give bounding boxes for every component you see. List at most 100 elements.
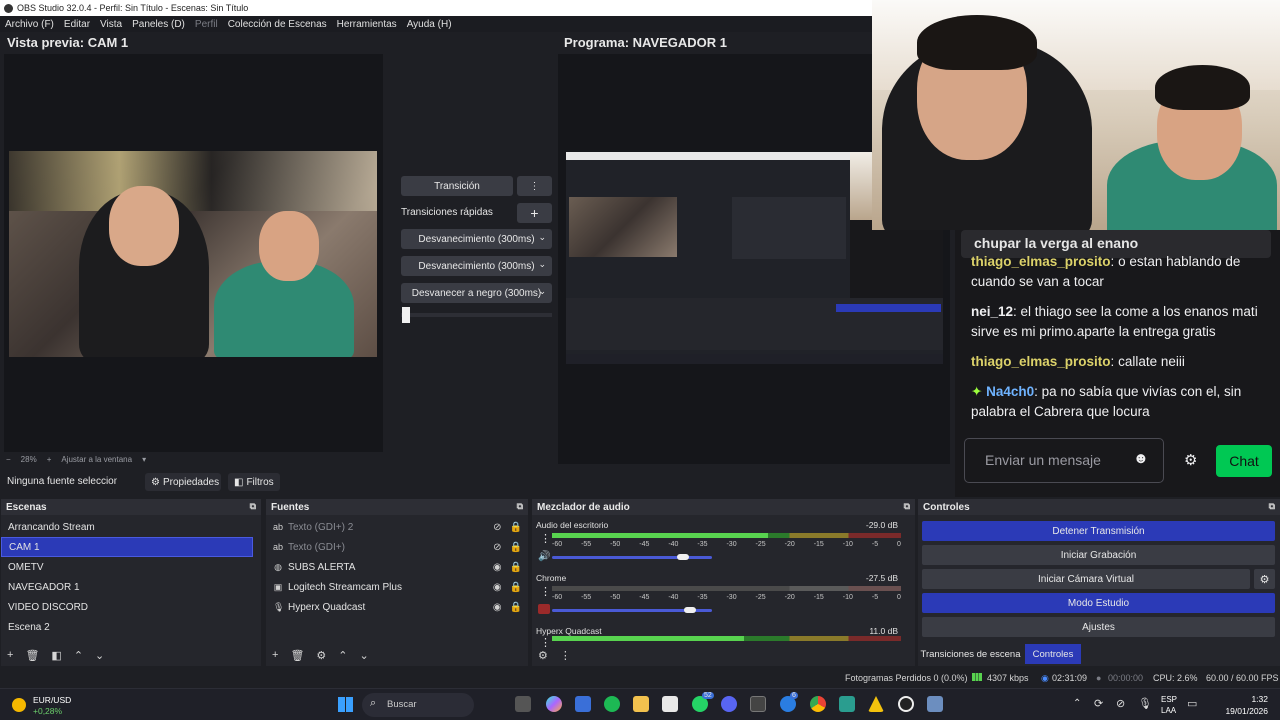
undock-icon[interactable]: ⧉ <box>517 501 523 512</box>
scene-item[interactable]: OMETV <box>1 557 253 577</box>
mixer-menu-icon[interactable]: ⋮ <box>560 649 571 662</box>
menu-ayuda[interactable]: Ayuda (H) <box>402 19 457 30</box>
undock-icon[interactable]: ⧉ <box>1269 501 1275 512</box>
chat-username[interactable]: nei_12 <box>971 304 1013 319</box>
properties-button[interactable]: ⚙ Propiedades <box>145 473 221 491</box>
transition-button[interactable]: Transición <box>401 176 513 196</box>
lock-icon[interactable]: 🔒 <box>510 602 522 613</box>
scene-item[interactable]: Arrancando Stream <box>1 517 253 537</box>
tray-hidden-icon[interactable]: ⊘ <box>1116 697 1125 710</box>
virtual-camera-gear-icon[interactable]: ⚙ <box>1254 569 1275 589</box>
muted-speaker-icon[interactable] <box>538 604 550 614</box>
menu-coleccion[interactable]: Colección de Escenas <box>223 19 332 30</box>
zoom-out-button[interactable]: − <box>6 455 11 464</box>
clock-time[interactable]: 1:32 <box>1222 694 1268 704</box>
advanced-audio-icon[interactable]: ⚙ <box>538 649 548 662</box>
filters-button[interactable]: ◧ Filtros <box>228 473 280 491</box>
file-explorer-icon[interactable] <box>633 696 649 712</box>
volume-slider-handle[interactable] <box>677 554 690 560</box>
add-scene-icon[interactable]: + <box>7 649 13 661</box>
undock-icon[interactable]: ⧉ <box>250 501 256 512</box>
lock-icon[interactable]: 🔒 <box>510 582 522 593</box>
lock-icon[interactable]: 🔒 <box>510 562 522 573</box>
volume-slider[interactable] <box>552 554 712 560</box>
remove-source-icon[interactable]: 🗑 <box>290 649 304 662</box>
add-source-icon[interactable]: + <box>272 649 278 661</box>
discord-icon[interactable] <box>721 696 737 712</box>
move-up-icon[interactable]: ⌃ <box>338 649 347 662</box>
tray-sync-icon[interactable]: ⟳ <box>1094 697 1103 710</box>
menu-vista[interactable]: Vista <box>95 19 127 30</box>
start-recording-button[interactable]: Iniciar Grabación <box>922 545 1275 565</box>
scene-filters-icon[interactable]: ◧ <box>51 649 61 662</box>
preview-video[interactable] <box>9 151 377 357</box>
source-item[interactable]: ab Texto (GDI+) ⊘ 🔒 <box>266 537 528 557</box>
emoji-icon[interactable]: ☻ <box>1133 450 1149 467</box>
eye-icon[interactable]: ◉ <box>493 562 502 573</box>
quick-transition-2[interactable]: Desvanecimiento (300ms) ⌄ <box>401 256 552 276</box>
start-virtual-camera-button[interactable]: Iniciar Cámara Virtual <box>922 569 1250 589</box>
quick-transition-1[interactable]: Desvanecimiento (300ms) ⌄ <box>401 229 552 249</box>
spreadsheet-icon[interactable] <box>839 696 855 712</box>
spotify-icon[interactable] <box>604 696 620 712</box>
lock-icon[interactable]: 🔒 <box>510 542 522 553</box>
add-quick-transition-icon[interactable]: + <box>517 203 552 223</box>
chevron-down-icon[interactable]: ▾ <box>142 455 146 464</box>
eye-hidden-icon[interactable]: ⊘ <box>493 522 501 533</box>
transition-slider[interactable] <box>401 307 552 323</box>
taskbar-search[interactable]: ⌕ Buscar <box>362 693 474 717</box>
move-down-icon[interactable]: ⌄ <box>360 649 369 662</box>
channel-menu-icon[interactable]: ⋮ <box>540 585 551 598</box>
store-icon[interactable] <box>575 696 591 712</box>
microphone-tray-icon[interactable]: 🎙 <box>1138 697 1152 710</box>
weather-icon[interactable] <box>12 698 26 712</box>
speaker-icon[interactable]: 🔊 <box>538 551 550 562</box>
scene-item[interactable]: NAVEGADOR 1 <box>1 577 253 597</box>
scene-item[interactable]: Escena 2 <box>1 617 253 637</box>
undock-icon[interactable]: ⧉ <box>904 501 910 512</box>
move-down-icon[interactable]: ⌄ <box>95 649 104 662</box>
copilot-icon[interactable] <box>546 696 562 712</box>
transition-slider-handle[interactable] <box>402 307 410 323</box>
menu-archivo[interactable]: Archivo (F) <box>0 19 59 30</box>
capcut-icon[interactable] <box>750 696 766 712</box>
eye-hidden-icon[interactable]: ⊘ <box>493 542 501 553</box>
warning-icon[interactable] <box>868 696 884 712</box>
chat-username[interactable]: thiago_elmas_prosito <box>971 254 1111 269</box>
app-icon[interactable] <box>927 696 943 712</box>
keyboard-language[interactable]: ESP <box>1161 695 1177 704</box>
stop-streaming-button[interactable]: Detener Transmisión <box>922 521 1275 541</box>
studio-mode-button[interactable]: Modo Estudio <box>922 593 1275 613</box>
move-up-icon[interactable]: ⌃ <box>74 649 83 662</box>
eye-icon[interactable]: ◉ <box>493 602 502 613</box>
tab-controls[interactable]: Controles <box>1025 644 1081 664</box>
fit-window-button[interactable]: Ajustar a la ventana <box>61 455 132 464</box>
lock-icon[interactable]: 🔒 <box>510 522 522 533</box>
transition-menu-icon[interactable]: ⋮ <box>517 176 552 196</box>
chat-send-button[interactable]: Chat <box>1216 445 1272 477</box>
tab-scene-transitions[interactable]: Transiciones de escena <box>920 644 1021 664</box>
volume-slider-handle[interactable] <box>683 607 696 613</box>
chat-input[interactable]: Enviar un mensaje ☻ <box>964 438 1164 483</box>
menu-perfil[interactable]: Perfil <box>190 19 223 30</box>
channel-menu-icon[interactable]: ⋮ <box>540 532 551 545</box>
source-item[interactable]: ◍ SUBS ALERTA ◉ 🔒 <box>266 557 528 577</box>
task-view-icon[interactable] <box>515 696 531 712</box>
source-settings-gear-icon[interactable]: ⚙ <box>316 649 326 662</box>
chat-settings-gear-icon[interactable]: ⚙ <box>1184 451 1197 469</box>
zoom-in-button[interactable]: + <box>47 455 52 464</box>
source-item[interactable]: ▣ Logitech Streamcam Plus ◉ 🔒 <box>266 577 528 597</box>
windows-start-icon[interactable] <box>338 697 353 712</box>
scene-item-selected[interactable]: CAM 1 <box>1 537 253 557</box>
source-item[interactable]: 🎙 Hyperx Quadcast ◉ 🔒 <box>266 597 528 617</box>
eye-icon[interactable]: ◉ <box>493 582 502 593</box>
obs-taskbar-icon[interactable] <box>898 696 914 712</box>
remove-scene-icon[interactable]: 🗑 <box>25 649 39 662</box>
menu-paneles[interactable]: Paneles (D) <box>127 19 190 30</box>
chrome-icon[interactable] <box>810 696 826 712</box>
network-icon[interactable]: ▭ <box>1187 697 1197 710</box>
chevron-up-icon[interactable]: ⌃ <box>1073 698 1081 709</box>
chat-username[interactable]: Na4ch0 <box>986 384 1034 399</box>
source-item[interactable]: ab Texto (GDI+) 2 ⊘ 🔒 <box>266 517 528 537</box>
volume-slider[interactable] <box>552 607 712 613</box>
